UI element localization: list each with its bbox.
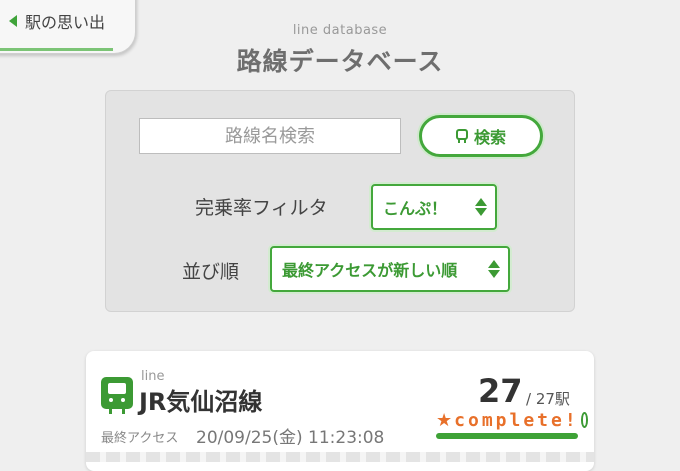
search-input[interactable] <box>139 118 401 154</box>
updown-arrow-icon <box>488 260 500 278</box>
line-name: JR気仙沼線 <box>139 388 263 416</box>
completion-filter-select[interactable]: こんぷ！ <box>371 184 497 230</box>
page-subtitle: line database <box>292 23 388 38</box>
visited-count: 27 <box>478 372 523 410</box>
page-title: 路線データベース <box>236 47 444 76</box>
train-icon <box>455 129 468 143</box>
search-button[interactable]: 検索 <box>419 115 543 157</box>
search-button-label: 検索 <box>473 128 506 147</box>
completion-filter-label: 完乗率フィルタ <box>195 197 328 219</box>
card-stripe <box>86 452 594 462</box>
sort-order-label: 並び順 <box>182 261 240 283</box>
total-count: / 27駅 <box>526 390 570 408</box>
star-icon: ★ <box>436 409 453 431</box>
sort-order-value: 最終アクセスが新しい順 <box>282 261 458 280</box>
completion-progress-bar <box>436 433 578 439</box>
completion-filter-value: こんぷ！ <box>383 199 448 218</box>
train-icon <box>101 377 133 414</box>
complete-text: complete! <box>454 409 579 431</box>
last-access-value: 20/09/25(金) 11:23:08 <box>196 428 385 448</box>
complete-badge: ★ complete! <box>436 407 588 433</box>
sort-order-select[interactable]: 最終アクセスが新しい順 <box>270 246 510 292</box>
mascot-icon <box>580 412 588 428</box>
updown-arrow-icon <box>475 198 487 216</box>
last-access-label: 最終アクセス <box>101 431 179 446</box>
